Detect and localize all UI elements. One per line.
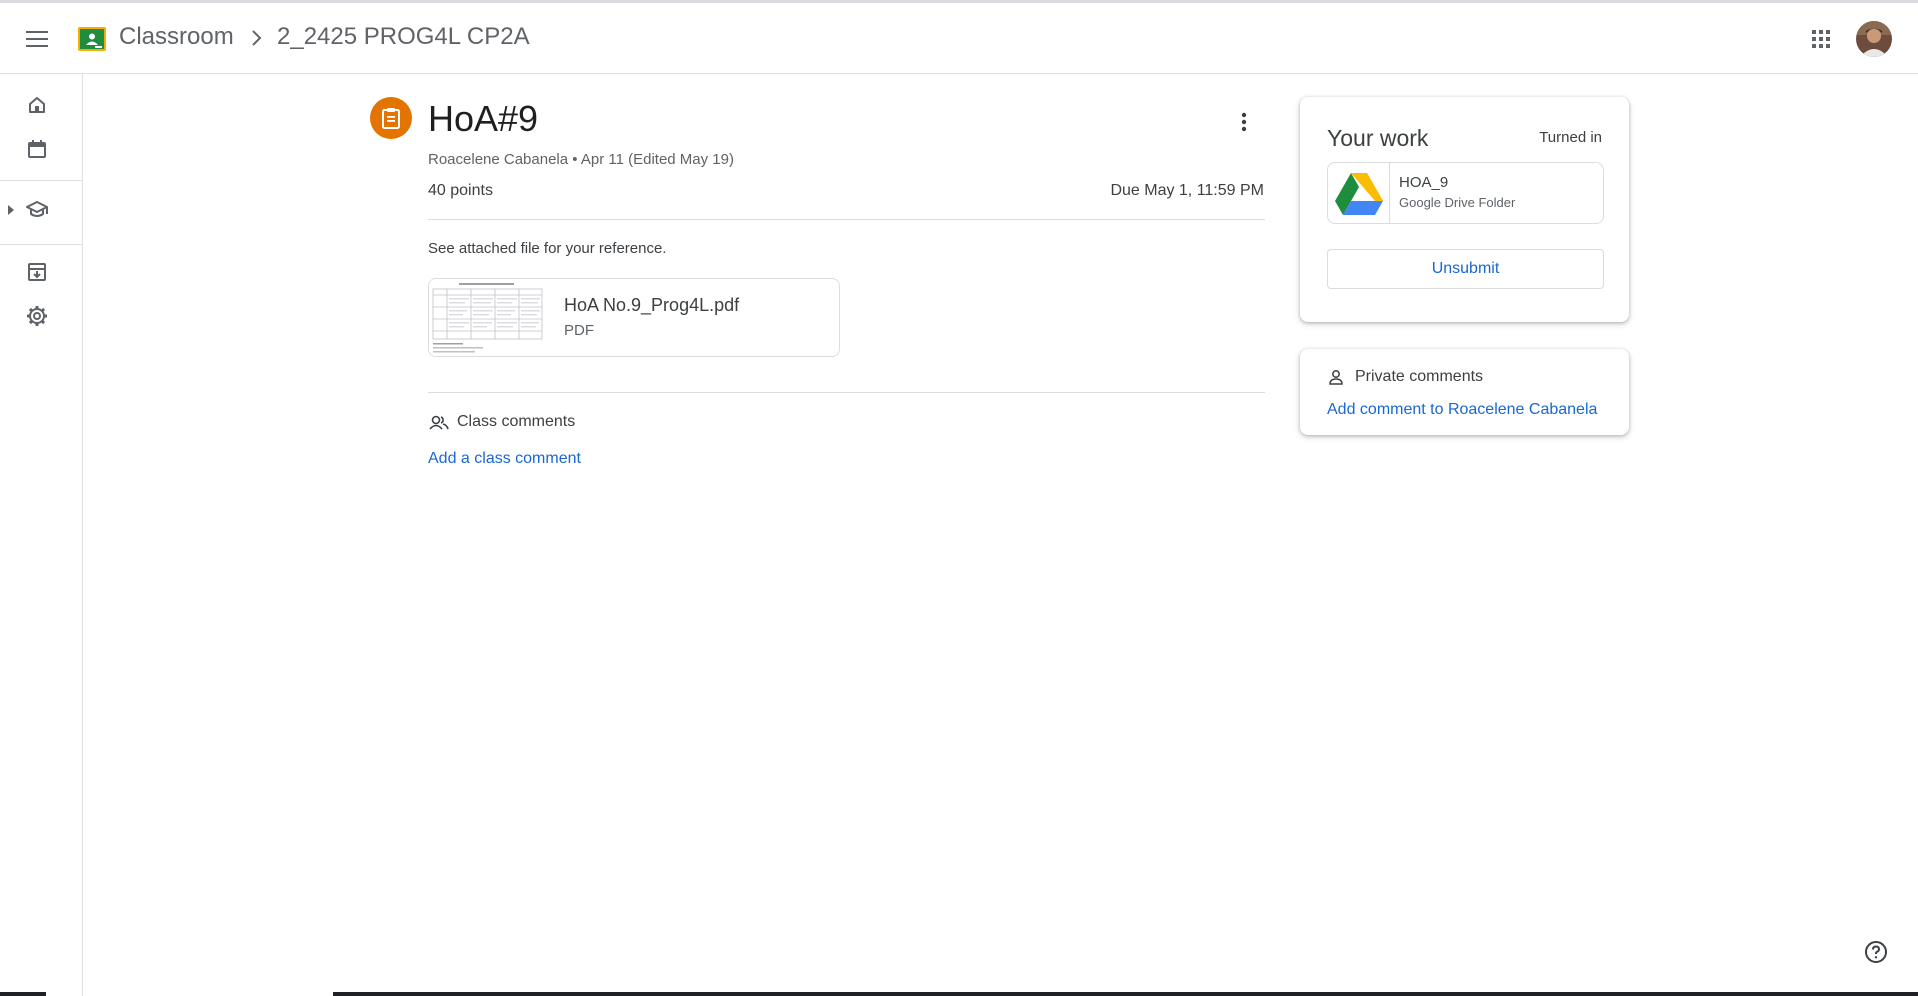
school-icon <box>26 201 48 217</box>
menu-icon <box>26 31 48 47</box>
google-apps-button[interactable] <box>1805 23 1837 55</box>
divider <box>428 219 1265 220</box>
add-private-comment-link[interactable]: Add comment to Roacelene Cabanela <box>1327 401 1597 419</box>
your-work-title: Your work <box>1327 125 1429 151</box>
more-options-button[interactable] <box>1226 104 1262 140</box>
breadcrumb-classroom[interactable]: Classroom <box>119 23 234 51</box>
main-menu-button[interactable] <box>19 21 55 57</box>
breadcrumb-class[interactable]: 2_2425 PROG4L CP2A <box>277 23 530 51</box>
drive-thumbnail <box>1328 163 1390 223</box>
attachment-thumbnail <box>429 279 546 356</box>
more-vert-icon <box>1241 112 1247 132</box>
class-comments-label: Class comments <box>457 413 576 430</box>
people-icon <box>429 415 449 430</box>
assignment-points: 40 points <box>428 182 493 199</box>
taskbar-edge <box>0 992 46 996</box>
attachment-name: HoA No.9_Prog4L.pdf <box>564 295 740 315</box>
nav-calendar[interactable] <box>19 131 55 167</box>
divider <box>428 392 1265 393</box>
taskbar-edge <box>333 992 1918 996</box>
document-preview-icon <box>429 279 546 356</box>
account-avatar[interactable] <box>1856 21 1892 57</box>
assignment-meta: Roacelene Cabanela • Apr 11 (Edited May … <box>428 151 734 168</box>
nav-enrolled[interactable] <box>19 192 55 228</box>
nav-archived[interactable] <box>19 254 55 290</box>
sidebar-divider <box>0 180 82 181</box>
app-header: Classroom 2_2425 PROG4L CP2A <box>0 3 1918 74</box>
private-comments-card: Private comments Add comment to Roacelen… <box>1300 349 1629 435</box>
attachment-type: PDF <box>564 322 594 339</box>
submitted-file-name: HOA_9 <box>1399 174 1449 191</box>
assignment-icon <box>382 108 400 129</box>
assignment-due-date: Due May 1, 11:59 PM <box>1110 182 1264 199</box>
nav-settings[interactable] <box>19 298 55 334</box>
private-comments-label: Private comments <box>1355 368 1484 385</box>
person-icon <box>1329 370 1343 385</box>
apps-grid-icon <box>1812 30 1830 48</box>
avatar-photo <box>1856 21 1892 57</box>
archive-icon <box>28 263 46 281</box>
calendar-icon <box>28 140 46 158</box>
chevron-right-icon <box>252 30 262 46</box>
assignment-title: HoA#9 <box>428 98 539 139</box>
add-class-comment-link[interactable]: Add a class comment <box>428 450 581 468</box>
your-work-card: Your work Turned in HOA_9 Google Drive F… <box>1300 97 1629 322</box>
submitted-file[interactable]: HOA_9 Google Drive Folder <box>1327 162 1604 224</box>
gear-icon <box>27 306 47 326</box>
assignment-type-icon <box>370 97 412 139</box>
assignment-description: See attached file for your reference. <box>428 240 667 257</box>
home-icon <box>29 97 45 113</box>
google-drive-icon <box>1334 173 1383 215</box>
submission-status: Turned in <box>1539 129 1602 146</box>
sidebar-divider <box>0 244 82 245</box>
attachment-card[interactable]: HoA No.9_Prog4L.pdf PDF <box>428 278 840 357</box>
classroom-logo-icon <box>78 27 106 51</box>
unsubmit-button[interactable]: Unsubmit <box>1327 249 1604 289</box>
help-icon <box>1865 941 1887 963</box>
help-button[interactable] <box>1862 938 1890 966</box>
nav-home[interactable] <box>19 87 55 123</box>
submitted-file-type: Google Drive Folder <box>1399 195 1516 210</box>
navigation-sidebar <box>0 74 83 996</box>
caret-right-icon[interactable] <box>7 205 15 215</box>
